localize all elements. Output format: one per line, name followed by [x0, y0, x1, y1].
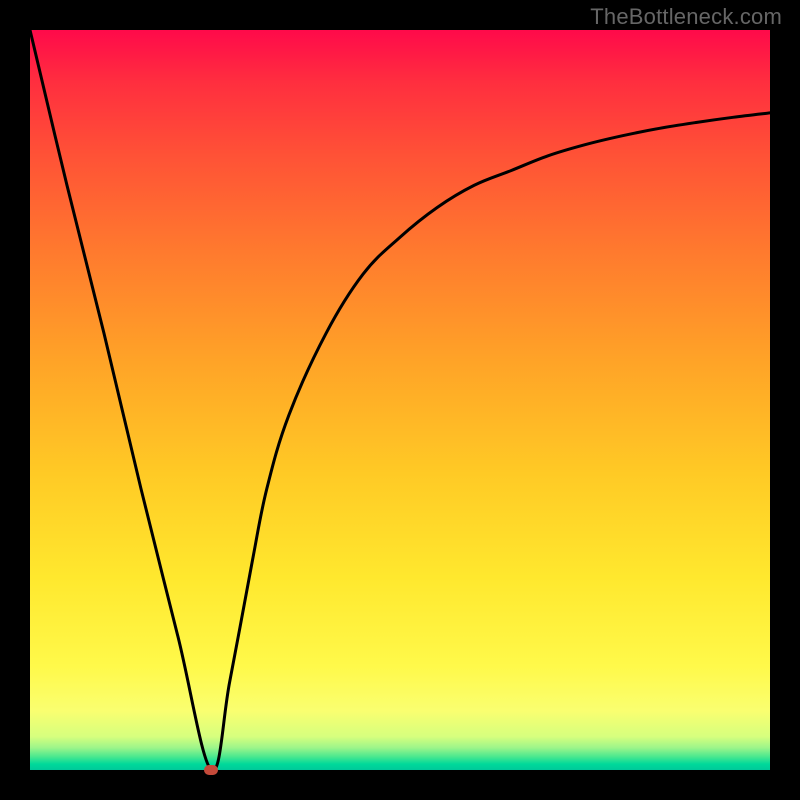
watermark-text: TheBottleneck.com	[590, 4, 782, 30]
minimum-marker	[204, 765, 218, 775]
bottleneck-curve	[30, 30, 770, 770]
plot-area	[30, 30, 770, 770]
chart-frame: TheBottleneck.com	[0, 0, 800, 800]
curve-svg	[30, 30, 770, 770]
